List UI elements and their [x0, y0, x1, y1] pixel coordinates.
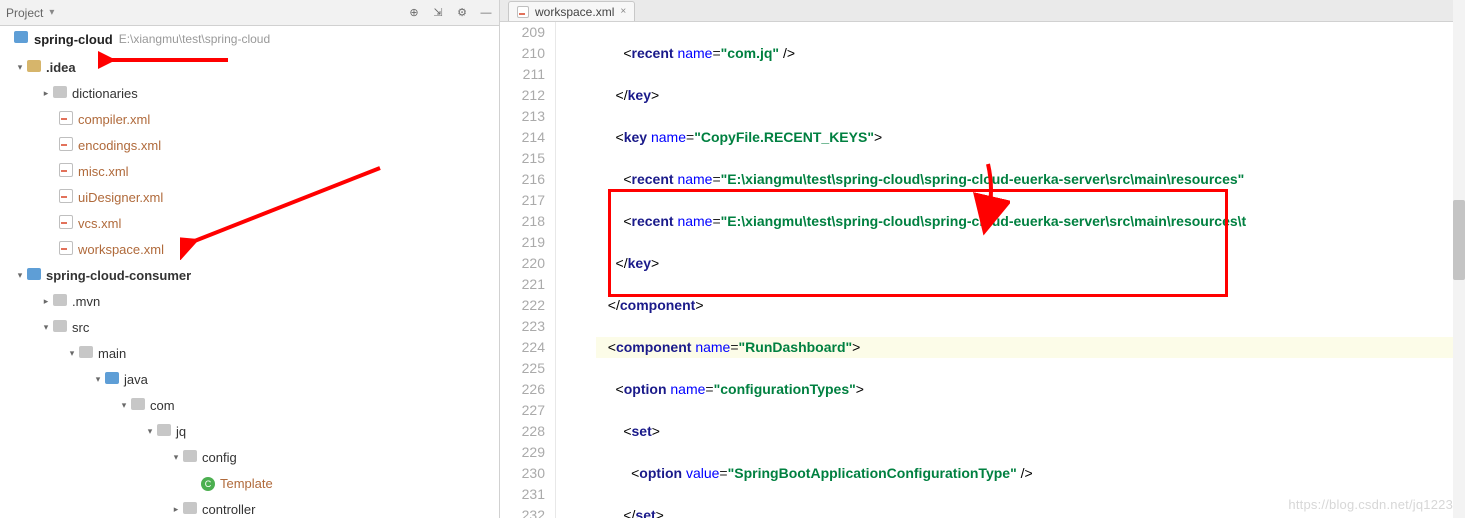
editor-tabs: workspace.xml ×: [500, 0, 1465, 22]
project-tool-header: Project ▾ ⊕ ⇲ ⚙ —: [0, 0, 499, 26]
file-tree[interactable]: ▾.idea ▸dictionaries compiler.xml encodi…: [0, 52, 499, 518]
tree-node-consumer[interactable]: ▾spring-cloud-consumer: [0, 262, 499, 288]
breadcrumb: spring-cloud E:\xiangmu\test\spring-clou…: [0, 26, 499, 52]
tree-node-src[interactable]: ▾src: [0, 314, 499, 340]
annotation-red-box: [608, 189, 1228, 297]
scrollbar-track[interactable]: [1453, 22, 1465, 518]
editor-pane: workspace.xml × 209210211212213214215216…: [500, 0, 1465, 518]
project-tool-title: Project: [6, 6, 43, 20]
project-sidebar: Project ▾ ⊕ ⇲ ⚙ — spring-cloud E:\xiangm…: [0, 0, 500, 518]
project-path: E:\xiangmu\test\spring-cloud: [119, 32, 270, 46]
collapse-all-icon[interactable]: ⇲: [431, 6, 445, 20]
gutter: 2092102112122132142152162172182192202212…: [500, 22, 556, 518]
xml-file-icon: [517, 6, 529, 18]
tab-title: workspace.xml: [535, 5, 614, 19]
close-tab-icon[interactable]: ×: [620, 6, 626, 17]
watermark: https://blog.csdn.net/jq1223: [1288, 497, 1453, 512]
project-name: spring-cloud: [34, 32, 113, 47]
settings-icon[interactable]: ⚙: [455, 6, 469, 20]
tree-node-misc[interactable]: misc.xml: [0, 158, 499, 184]
tree-node-com[interactable]: ▾com: [0, 392, 499, 418]
scroll-from-source-icon[interactable]: ⊕: [407, 6, 421, 20]
code-content[interactable]: <recent name="com.jq" /> </key> <key nam…: [596, 22, 1465, 518]
tree-node-jq[interactable]: ▾jq: [0, 418, 499, 444]
dropdown-icon[interactable]: ▾: [49, 7, 54, 18]
code-area[interactable]: 2092102112122132142152162172182192202212…: [500, 22, 1465, 518]
scrollbar-thumb[interactable]: [1453, 200, 1465, 280]
tree-node-controller[interactable]: ▸controller: [0, 496, 499, 518]
tree-node-workspace[interactable]: workspace.xml: [0, 236, 499, 262]
hide-icon[interactable]: —: [479, 6, 493, 20]
tab-workspace-xml[interactable]: workspace.xml ×: [508, 1, 635, 21]
tree-node-vcs[interactable]: vcs.xml: [0, 210, 499, 236]
tree-node-uidesigner[interactable]: uiDesigner.xml: [0, 184, 499, 210]
tree-node-main[interactable]: ▾main: [0, 340, 499, 366]
tree-node-template[interactable]: Template: [0, 470, 499, 496]
tree-node-compiler[interactable]: compiler.xml: [0, 106, 499, 132]
tree-node-dictionaries[interactable]: ▸dictionaries: [0, 80, 499, 106]
fold-column: [556, 22, 596, 518]
tree-node-idea[interactable]: ▾.idea: [0, 54, 499, 80]
tree-node-config[interactable]: ▾config: [0, 444, 499, 470]
tree-node-java[interactable]: ▾java: [0, 366, 499, 392]
tree-node-mvn[interactable]: ▸.mvn: [0, 288, 499, 314]
tree-node-encodings[interactable]: encodings.xml: [0, 132, 499, 158]
